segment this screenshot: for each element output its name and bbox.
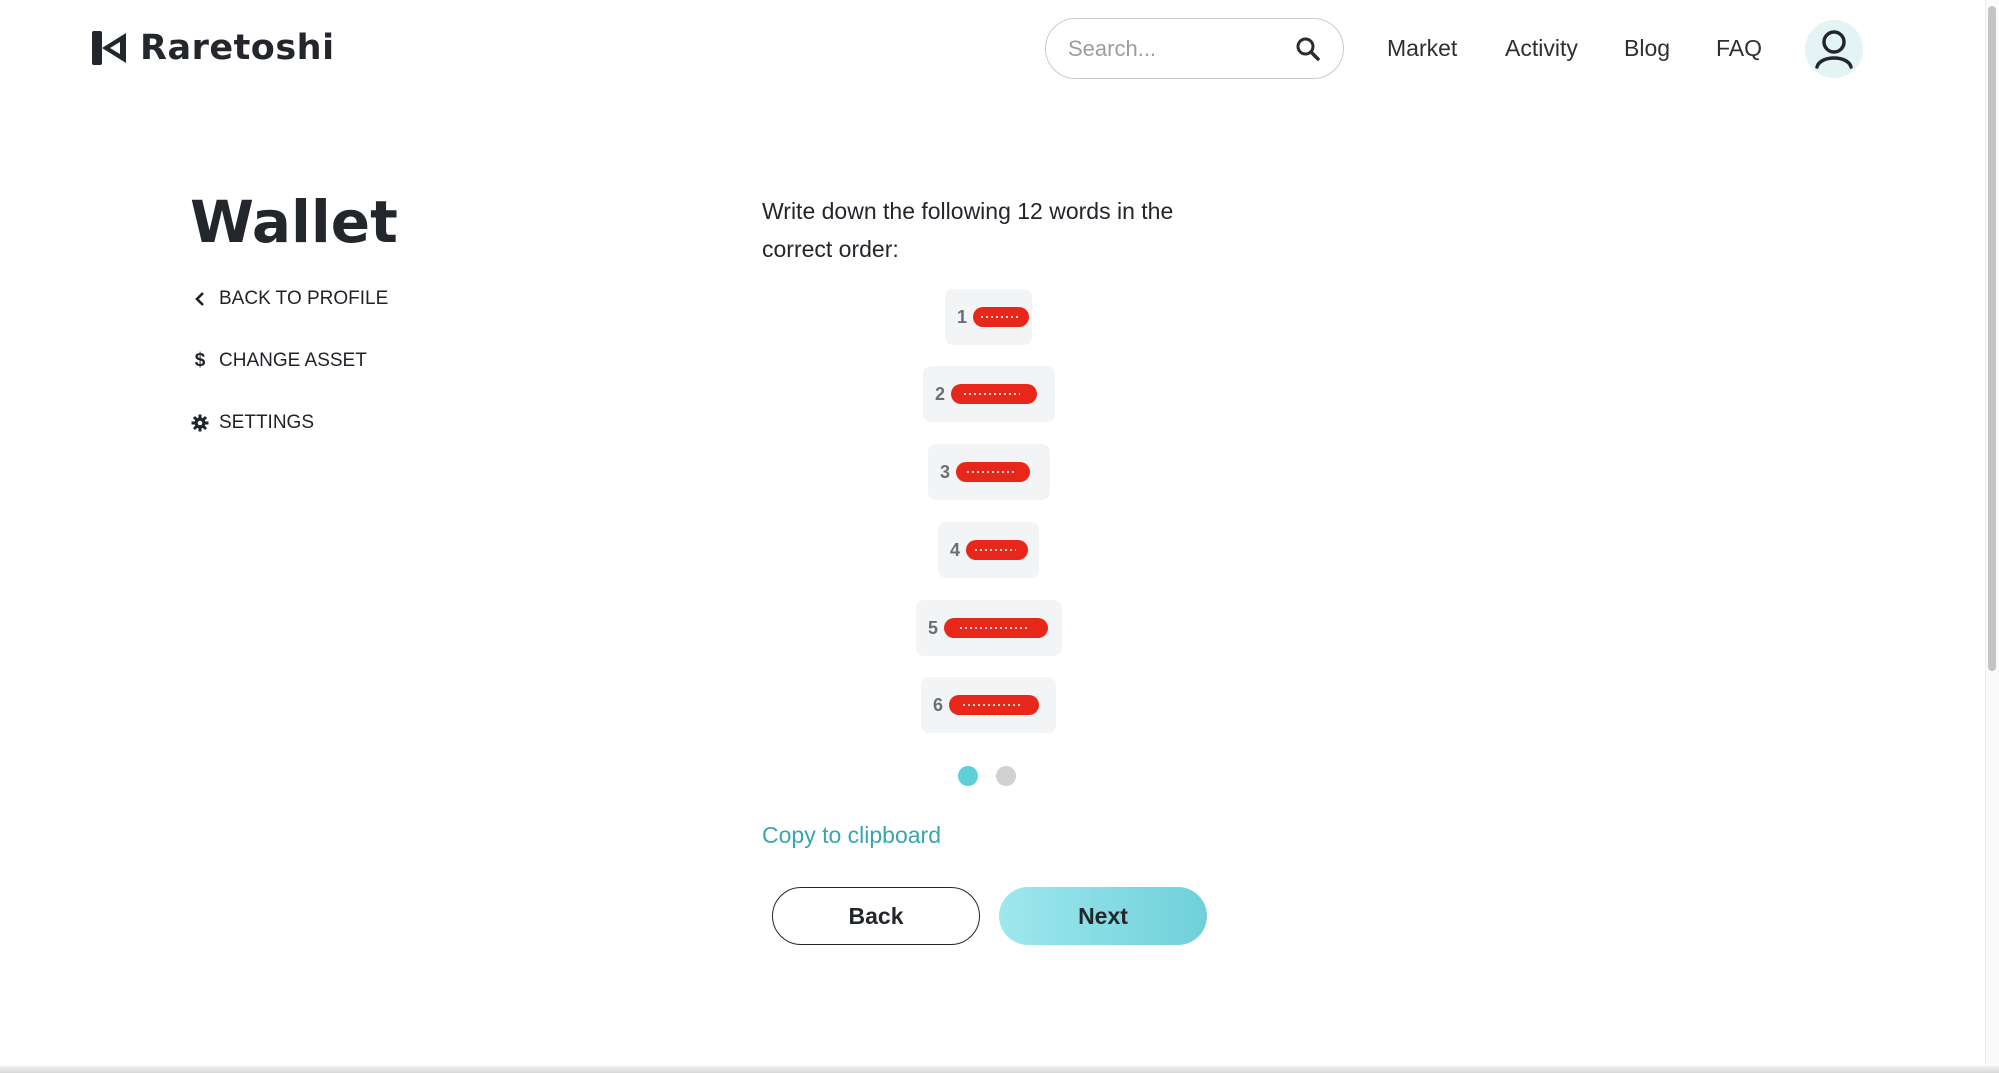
dollar-icon: $: [194, 350, 206, 371]
sidebar-item-label: BACK TO PROFILE: [219, 288, 389, 309]
pagination-dots: [958, 766, 1016, 786]
logo-icon: [92, 31, 126, 65]
word-number: 3: [940, 461, 951, 482]
nav-market[interactable]: Market: [1387, 35, 1457, 62]
sidebar-item-label: SETTINGS: [219, 412, 315, 433]
word-number: 1: [957, 306, 968, 327]
seed-word-3: 3: [928, 444, 1050, 500]
redacted-word: [949, 695, 1040, 715]
search-icon[interactable]: [1295, 36, 1321, 62]
change-asset-link[interactable]: $ CHANGE ASSET: [191, 350, 367, 372]
brand-name: Raretoshi: [140, 28, 335, 68]
gear-icon: [191, 414, 209, 432]
seed-word-5: 5: [916, 600, 1062, 656]
redacted-word: [951, 384, 1038, 404]
sidebar-item-label: CHANGE ASSET: [219, 350, 367, 371]
page-dot-1[interactable]: [958, 766, 978, 786]
nav-blog[interactable]: Blog: [1624, 35, 1670, 62]
nav-faq[interactable]: FAQ: [1716, 35, 1762, 62]
redacted-word: [973, 307, 1030, 327]
page-title: Wallet: [190, 188, 398, 256]
back-button[interactable]: Back: [772, 887, 980, 945]
page-dot-2[interactable]: [996, 766, 1016, 786]
redacted-word: [966, 540, 1029, 560]
footer-divider: [0, 1066, 1999, 1073]
brand-logo[interactable]: Raretoshi: [90, 26, 335, 70]
user-avatar[interactable]: [1805, 20, 1863, 78]
scrollbar-thumb[interactable]: [1988, 6, 1996, 671]
word-number: 4: [950, 539, 961, 560]
instructions-text: Write down the following 12 words in the…: [762, 198, 1174, 262]
seed-word-1: 1: [945, 289, 1032, 345]
redacted-word: [956, 462, 1031, 482]
seed-word-6: 6: [921, 677, 1056, 733]
back-to-profile-link[interactable]: BACK TO PROFILE: [191, 288, 388, 310]
redacted-word: [944, 618, 1049, 638]
nav-activity[interactable]: Activity: [1505, 35, 1578, 62]
user-icon: [1815, 30, 1853, 69]
chevron-left-icon: [191, 290, 209, 308]
page-scrollbar[interactable]: [1985, 0, 1999, 1073]
search-input[interactable]: [1068, 35, 1295, 62]
word-number: 5: [928, 617, 939, 638]
copy-to-clipboard-link[interactable]: Copy to clipboard: [762, 822, 941, 849]
seed-word-2: 2: [923, 366, 1055, 422]
next-button[interactable]: Next: [999, 887, 1207, 945]
search-box[interactable]: [1045, 18, 1344, 79]
seed-word-4: 4: [938, 522, 1039, 578]
word-number: 2: [935, 383, 946, 404]
settings-link[interactable]: SETTINGS: [191, 412, 314, 434]
word-number: 6: [933, 694, 944, 715]
